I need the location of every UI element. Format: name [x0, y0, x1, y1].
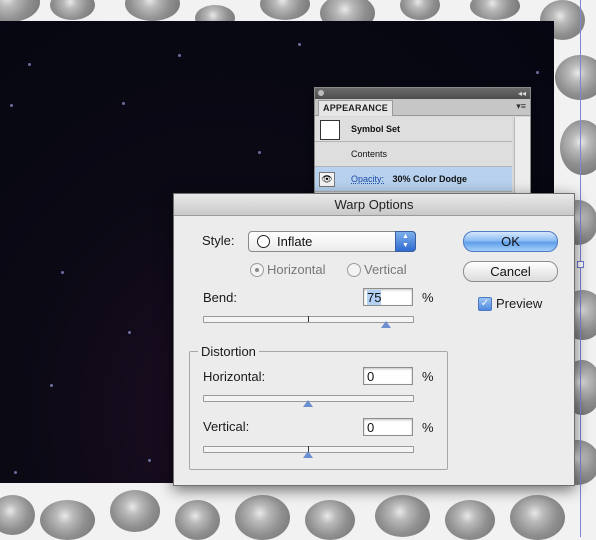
appearance-row-contents[interactable]: Contents: [315, 142, 512, 167]
collapse-icon[interactable]: ◂◂: [518, 88, 526, 99]
vertical-radio[interactable]: [347, 263, 361, 277]
distortion-horizontal-thumb[interactable]: [303, 400, 313, 407]
dialog-title: Warp Options: [174, 194, 574, 216]
bounding-box-handle[interactable]: [577, 261, 584, 268]
star-dot: [536, 71, 539, 74]
pebble: [260, 0, 310, 20]
star-dot: [28, 63, 31, 66]
appearance-row-opacity[interactable]: 👁 Opacity: 30% Color Dodge: [315, 167, 512, 192]
style-popup[interactable]: Inflate ▲ ▼: [248, 231, 416, 252]
inflate-icon: [257, 235, 270, 248]
distortion-vertical-label: Vertical:: [203, 419, 250, 434]
pebble: [445, 500, 495, 540]
star-dot: [61, 271, 64, 274]
pebble: [560, 120, 596, 175]
style-label: Style:: [202, 233, 235, 248]
star-dot: [298, 43, 301, 46]
pebble: [125, 0, 180, 21]
distortion-vertical-field[interactable]: 0: [363, 418, 413, 436]
pebble: [40, 500, 95, 540]
star-dot: [50, 384, 53, 387]
star-dot: [122, 102, 125, 105]
bend-unit: %: [422, 290, 434, 305]
star-dot: [14, 471, 17, 474]
distortion-horizontal-field[interactable]: 0: [363, 367, 413, 385]
pebble: [235, 495, 290, 540]
eye-icon[interactable]: 👁: [319, 172, 335, 187]
opacity-value: 30% Color Dodge: [392, 174, 468, 184]
star-dot: [258, 151, 261, 154]
appearance-row-symbol-set[interactable]: Symbol Set: [315, 117, 512, 142]
horizontal-radio-label[interactable]: Horizontal: [267, 262, 326, 277]
distortion-vertical-unit: %: [422, 420, 434, 435]
panel-scrollbar[interactable]: [514, 117, 530, 198]
pebble: [50, 0, 95, 20]
distortion-horizontal-unit: %: [422, 369, 434, 384]
pebble: [0, 0, 40, 22]
pebble: [510, 495, 565, 540]
bend-field[interactable]: 75: [363, 288, 413, 306]
bend-value: 75: [367, 290, 382, 305]
opacity-attribute: Opacity: 30% Color Dodge: [351, 167, 467, 191]
close-icon[interactable]: [318, 90, 324, 96]
preview-label[interactable]: Preview: [496, 296, 542, 311]
cancel-button[interactable]: Cancel: [463, 261, 558, 282]
vertical-radio-label[interactable]: Vertical: [364, 262, 407, 277]
row-label: Contents: [351, 149, 388, 159]
pebble: [555, 55, 596, 100]
distortion-vertical-thumb[interactable]: [303, 451, 313, 458]
star-dot: [178, 54, 181, 57]
bend-label: Bend:: [203, 290, 237, 305]
style-value: Inflate: [277, 234, 313, 249]
panel-menu-icon[interactable]: ▾≡: [516, 101, 526, 112]
distortion-title: Distortion: [198, 344, 259, 359]
pebble: [305, 500, 355, 540]
ok-button[interactable]: OK: [463, 231, 558, 252]
warp-options-dialog: Warp Options Style: Inflate ▲ ▼ Horizonta…: [173, 193, 575, 486]
pebble: [110, 490, 160, 532]
star-dot: [148, 459, 151, 462]
star-dot: [10, 104, 13, 107]
popup-arrows-icon: ▲ ▼: [395, 231, 416, 252]
opacity-link[interactable]: Opacity:: [351, 174, 384, 184]
distortion-horizontal-label: Horizontal:: [203, 369, 266, 384]
pebble: [400, 0, 440, 20]
appearance-panel: ◂◂ APPEARANCE ▾≡ Symbol Set Contents 👁 O…: [314, 87, 531, 199]
horizontal-radio[interactable]: [250, 263, 264, 277]
preview-checkbox[interactable]: ✓: [478, 297, 492, 311]
row-label: Symbol Set: [351, 124, 401, 134]
panel-titlebar[interactable]: ◂◂: [315, 88, 530, 99]
pebble: [470, 0, 520, 20]
slider-center-tick: [308, 316, 309, 322]
symbol-thumbnail: [320, 120, 340, 140]
tab-appearance[interactable]: APPEARANCE: [318, 100, 394, 116]
pebble: [175, 500, 220, 540]
panel-tabs: APPEARANCE ▾≡: [315, 99, 530, 116]
bend-slider-thumb[interactable]: [381, 321, 391, 328]
pebble: [375, 495, 430, 537]
guide-line: [580, 0, 581, 537]
star-dot: [128, 331, 131, 334]
pebble: [0, 495, 35, 535]
